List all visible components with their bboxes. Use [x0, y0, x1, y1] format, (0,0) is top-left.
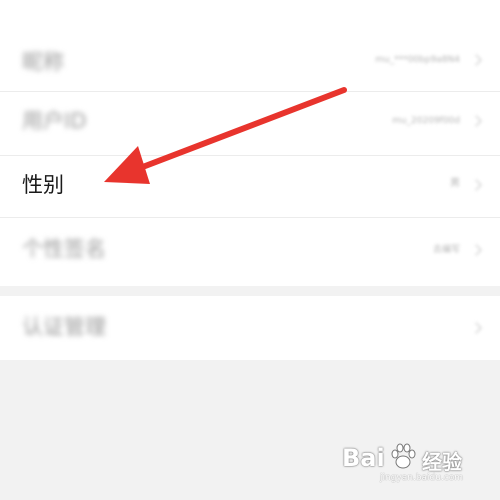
signature-label: 个性签名 — [22, 237, 106, 261]
watermark-url: jingyan.baidu.com — [380, 473, 464, 483]
chevron-right-icon — [470, 244, 482, 256]
user-id-label: 用户ID — [22, 109, 87, 133]
signature-row[interactable]: 个性签名 去编写 — [0, 218, 500, 284]
watermark-product: 经验 — [422, 450, 462, 474]
paw-icon — [391, 443, 416, 469]
user-id-value: mu_20209f00d — [392, 116, 460, 126]
gender-value: 男 — [450, 178, 460, 189]
certification-row[interactable]: 认证管理 — [0, 296, 500, 360]
chevron-right-icon — [470, 179, 482, 191]
chevron-right-icon — [470, 54, 482, 66]
nickname-row[interactable]: 昵称 mu_***00bp9a8N4 — [0, 8, 500, 90]
watermark-brand: Bai — [342, 444, 385, 472]
signature-value: 去编写 — [432, 245, 460, 255]
user-id-row[interactable]: 用户ID mu_20209f00d — [0, 92, 500, 154]
chevron-right-icon — [470, 322, 482, 334]
certification-label: 认证管理 — [22, 315, 106, 339]
gender-label: 性别 — [22, 173, 64, 197]
gender-row[interactable]: 性别 男 — [0, 156, 500, 216]
baidu-jingyan-watermark: Bai 经验 jingyan.baidu.com — [342, 442, 482, 486]
profile-settings-screen: 昵称 mu_***00bp9a8N4 用户ID mu_20209f00d 性别 … — [0, 0, 500, 500]
nickname-value: mu_***00bp9a8N4 — [375, 55, 460, 65]
chevron-right-icon — [470, 115, 482, 127]
nickname-label: 昵称 — [22, 50, 64, 74]
